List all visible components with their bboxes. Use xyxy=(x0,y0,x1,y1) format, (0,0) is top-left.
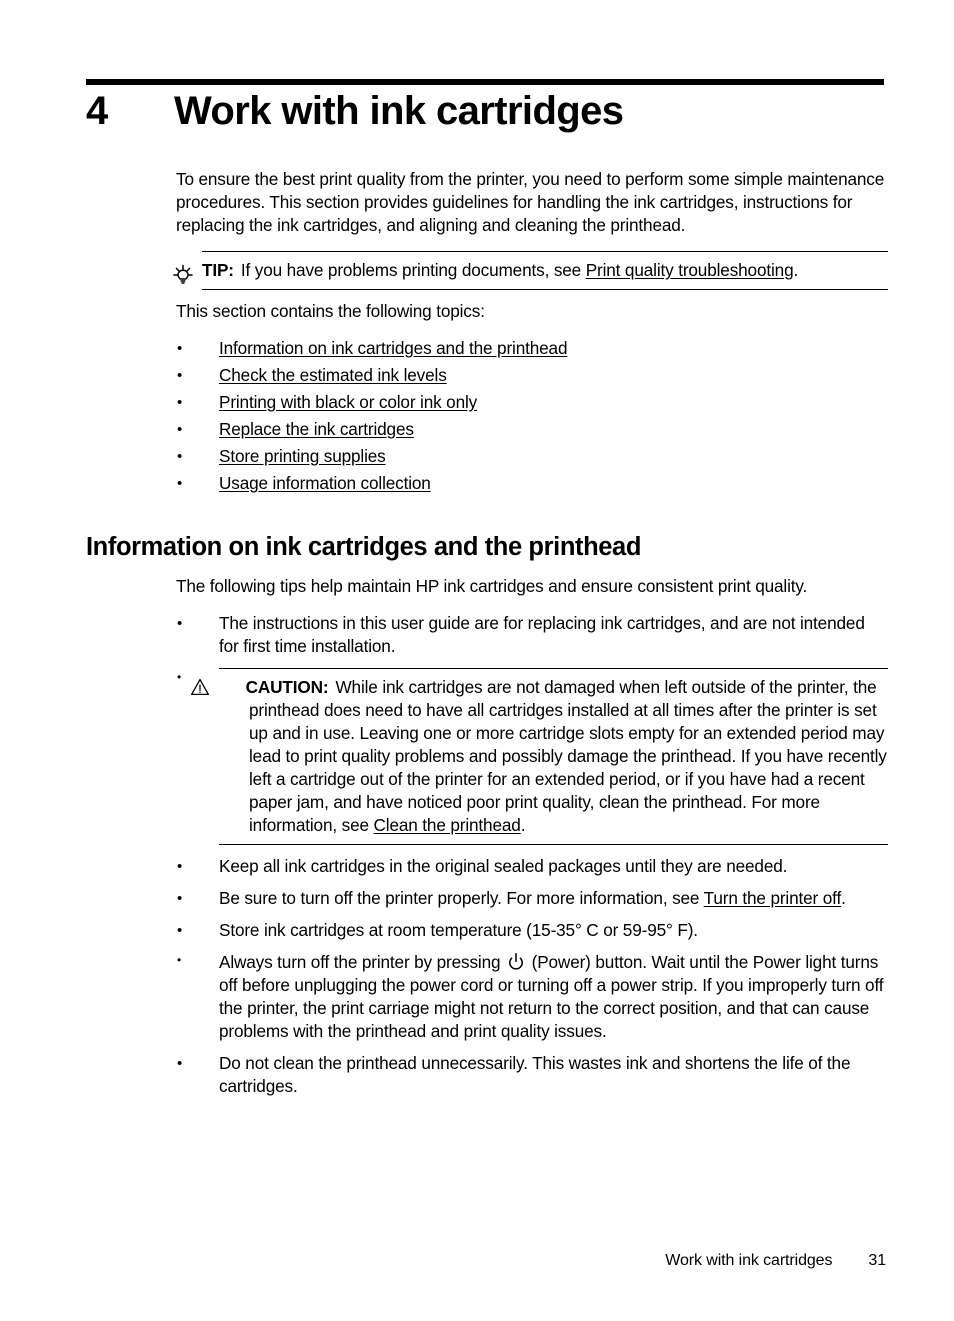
link-topic-4[interactable]: Store printing supplies xyxy=(219,446,386,466)
list-item: Usage information collection xyxy=(176,472,888,495)
link-topic-0[interactable]: Information on ink cartridges and the pr… xyxy=(219,338,568,358)
bullet-instructions-text: The instructions in this user guide are … xyxy=(219,613,865,656)
chapter-title: Work with ink cartridges xyxy=(174,89,624,133)
list-item-caution: CAUTION:While ink cartridges are not dam… xyxy=(176,668,888,845)
list-item: The instructions in this user guide are … xyxy=(176,612,888,658)
link-topic-1[interactable]: Check the estimated ink levels xyxy=(219,365,447,385)
caution-text: CAUTION:While ink cartridges are not dam… xyxy=(190,676,888,837)
tip-label: TIP: xyxy=(202,260,234,280)
tip-admonition: TIP: If you have problems printing docume… xyxy=(173,251,888,290)
power-icon xyxy=(506,952,526,972)
bullet-power-text-before: Always turn off the printer by pressing xyxy=(219,952,506,972)
list-item: Do not clean the printhead unnecessarily… xyxy=(176,1052,888,1098)
caution-text-before: While ink cartridges are not damaged whe… xyxy=(249,677,887,835)
bullet-turnoff-text-before: Be sure to turn off the printer properly… xyxy=(219,888,704,908)
chapter-rule xyxy=(86,79,884,85)
tip-text: TIP: If you have problems printing docume… xyxy=(202,259,888,282)
tip-text-before: If you have problems printing documents,… xyxy=(240,260,586,280)
section-heading: Information on ink cartridges and the pr… xyxy=(86,533,642,561)
chapter-number: 4 xyxy=(86,89,108,133)
topics-lead-in: This section contains the following topi… xyxy=(176,301,485,321)
topics-list: Information on ink cartridges and the pr… xyxy=(176,337,888,495)
section-lead-in: The following tips help maintain HP ink … xyxy=(176,576,808,596)
lightbulb-icon xyxy=(170,262,196,288)
bullet-turnoff-text-after: . xyxy=(841,888,846,908)
caution-admonition: CAUTION:While ink cartridges are not dam… xyxy=(190,668,888,845)
warning-triangle-icon xyxy=(190,677,240,697)
list-item: Printing with black or color ink only xyxy=(176,391,888,414)
bullet-keep-sealed-text: Keep all ink cartridges in the original … xyxy=(219,856,788,876)
footer-page-number: 31 xyxy=(868,1252,886,1269)
section-body: The following tips help maintain HP ink … xyxy=(176,575,888,1107)
list-item: Check the estimated ink levels xyxy=(176,364,888,387)
tips-list: The instructions in this user guide are … xyxy=(176,612,888,1098)
page-footer: Work with ink cartridges 31 xyxy=(86,1252,886,1270)
list-item: Store printing supplies xyxy=(176,445,888,468)
intro-paragraph: To ensure the best print quality from th… xyxy=(176,169,885,235)
list-item: Information on ink cartridges and the pr… xyxy=(176,337,888,360)
document-page: 4 Work with ink cartridges To ensure the… xyxy=(0,0,954,1321)
list-item: Replace the ink cartridges xyxy=(176,418,888,441)
link-turn-the-printer-off[interactable]: Turn the printer off xyxy=(704,888,842,908)
chapter-heading: 4 Work with ink cartridges xyxy=(86,88,886,134)
tip-text-after: . xyxy=(793,260,799,280)
footer-title: Work with ink cartridges xyxy=(665,1252,833,1269)
list-item: Always turn off the printer by pressing … xyxy=(176,951,888,1043)
link-topic-2[interactable]: Printing with black or color ink only xyxy=(219,392,477,412)
link-print-quality-troubleshooting[interactable]: Print quality troubleshooting xyxy=(586,260,794,280)
caution-text-after: . xyxy=(520,815,526,835)
link-topic-5[interactable]: Usage information collection xyxy=(219,473,431,493)
list-item: Be sure to turn off the printer properly… xyxy=(176,887,888,910)
list-item: Store ink cartridges at room temperature… xyxy=(176,919,888,942)
bullet-do-not-clean-text: Do not clean the printhead unnecessarily… xyxy=(219,1053,851,1096)
intro-block: To ensure the best print quality from th… xyxy=(173,168,888,499)
link-topic-3[interactable]: Replace the ink cartridges xyxy=(219,419,414,439)
list-item: Keep all ink cartridges in the original … xyxy=(176,855,888,878)
caution-label: CAUTION: xyxy=(245,677,329,697)
bullet-store-temperature-text: Store ink cartridges at room temperature… xyxy=(219,920,698,940)
link-clean-the-printhead[interactable]: Clean the printhead xyxy=(374,815,521,835)
